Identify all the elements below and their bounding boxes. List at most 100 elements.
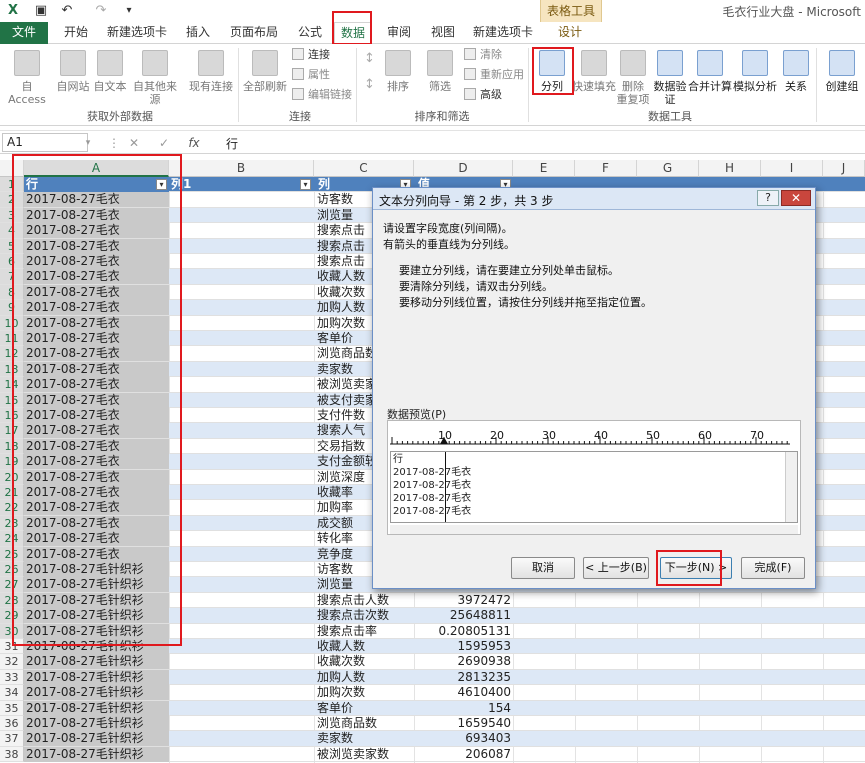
what-if-analysis-button[interactable]: 模拟分析	[732, 50, 778, 93]
back-button[interactable]: < 上一步(B)	[583, 557, 649, 579]
cell-c[interactable]: 搜索点击率	[314, 624, 414, 639]
row-header[interactable]: 38	[0, 746, 24, 763]
table-row[interactable]: 2017-08-27毛针织衫 客单价 154	[24, 700, 865, 716]
cell-a[interactable]: 2017-08-27毛针织衫	[24, 654, 169, 670]
tab-new-1[interactable]: 新建选项卡	[104, 22, 170, 44]
cell-d[interactable]: 206087	[414, 747, 513, 762]
cell-c[interactable]: 卖家数	[314, 731, 414, 746]
table-row[interactable]: 2017-08-27毛针织衫 收藏次数 2690938	[24, 654, 865, 670]
advanced-filter-button[interactable]: 高级	[464, 88, 502, 102]
cell-a[interactable]: 2017-08-27毛针织衫	[24, 700, 169, 716]
existing-connections-button[interactable]: 现有连接	[188, 50, 234, 93]
row-header[interactable]: 35	[0, 700, 24, 716]
finish-button[interactable]: 完成(F)	[741, 557, 805, 579]
clear-filter-button[interactable]: 清除	[464, 48, 502, 62]
from-text-button[interactable]: 自文本	[92, 50, 128, 93]
cell-d[interactable]: 154	[414, 701, 513, 716]
table-row[interactable]: 2017-08-27毛针织衫 加购人数 2813235	[24, 669, 865, 686]
filter-dropdown-icon[interactable]: ▾	[300, 179, 311, 190]
cell-d[interactable]: 1659540	[414, 716, 513, 731]
undo-icon[interactable]: ↶	[58, 2, 76, 20]
filter-button[interactable]: 筛选	[424, 50, 456, 93]
refresh-all-button[interactable]: 全部刷新	[242, 50, 288, 93]
cell-a[interactable]: 2017-08-27毛针织衫	[24, 731, 169, 747]
sort-za-icon[interactable]: ↕	[364, 78, 375, 92]
tab-file[interactable]: 文件	[0, 22, 48, 44]
preview-text-box[interactable]: 行 2017-08-27毛衣 2017-08-27毛衣 2017-08-27毛衣…	[390, 451, 798, 523]
cell-d[interactable]: 3972472	[414, 593, 513, 608]
cell-c[interactable]: 浏览商品数	[314, 716, 414, 731]
cell-c[interactable]: 被浏览卖家数	[314, 747, 414, 762]
column-break-line[interactable]	[445, 452, 446, 522]
relationships-button[interactable]: 关系	[780, 50, 812, 93]
from-other-button[interactable]: 自其他来源	[128, 50, 182, 106]
from-web-button[interactable]: 自网站	[54, 50, 92, 93]
cell-a[interactable]: 2017-08-27毛针织衫	[24, 669, 169, 685]
connections-button[interactable]: 连接	[292, 48, 330, 62]
column-ruler[interactable]: 10 20 30 40 50 60 70	[390, 425, 798, 447]
cell-a[interactable]: 2017-08-27毛针织衫	[24, 716, 169, 731]
help-button[interactable]: ?	[757, 190, 779, 206]
tab-insert[interactable]: 插入	[180, 22, 216, 44]
sort-button[interactable]: 排序	[382, 50, 414, 93]
tab-design[interactable]: 设计	[550, 22, 590, 44]
reapply-button[interactable]: 重新应用	[464, 68, 524, 82]
column-header-e[interactable]: E	[513, 160, 575, 177]
cell-c[interactable]: 加购人数	[314, 670, 414, 685]
cell-d[interactable]: 25648811	[414, 608, 513, 623]
tab-view[interactable]: 视图	[426, 22, 460, 44]
cell-c[interactable]: 客单价	[314, 701, 414, 716]
tab-new-2[interactable]: 新建选项卡	[470, 22, 536, 44]
properties-button[interactable]: 属性	[292, 68, 330, 82]
row-header[interactable]: 37	[0, 731, 24, 747]
name-box[interactable]: A1	[2, 133, 88, 152]
redo-icon[interactable]: ↷	[92, 2, 110, 20]
cell-c[interactable]: 收藏人数	[314, 639, 414, 654]
row-header[interactable]: 36	[0, 716, 24, 732]
cell-c[interactable]: 收藏次数	[314, 654, 414, 669]
fx-icon[interactable]: fx	[186, 134, 202, 152]
table-row[interactable]: 2017-08-27毛针织衫 卖家数 693403	[24, 731, 865, 747]
column-header-i[interactable]: I	[761, 160, 823, 177]
close-button[interactable]: ✕	[781, 190, 811, 206]
cancel-x-icon[interactable]: ✕	[126, 134, 142, 152]
cell-d[interactable]: 2813235	[414, 670, 513, 685]
cell-d[interactable]: 0.20805131	[414, 624, 513, 639]
cell-d[interactable]: 693403	[414, 731, 513, 746]
tab-review[interactable]: 审阅	[382, 22, 416, 44]
header-cell-c[interactable]: 列	[318, 177, 330, 192]
row-header[interactable]: 34	[0, 685, 24, 701]
row-header[interactable]: 33	[0, 669, 24, 686]
sort-az-icon[interactable]: ↕	[364, 52, 375, 66]
cell-a[interactable]: 2017-08-27毛针织衫	[24, 685, 169, 701]
cancel-button[interactable]: 取消	[511, 557, 575, 579]
cell-d[interactable]: 1595953	[414, 639, 513, 654]
quick-access-dropdown-icon[interactable]: ▾	[120, 2, 138, 20]
tab-page-layout[interactable]: 页面布局	[226, 22, 282, 44]
row-header[interactable]: 32	[0, 654, 24, 670]
cell-c[interactable]: 搜索点击人数	[314, 593, 414, 608]
cell-d[interactable]: 2690938	[414, 654, 513, 669]
column-header-h[interactable]: H	[699, 160, 761, 177]
column-header-c[interactable]: C	[314, 160, 414, 177]
cell-d[interactable]: 4610400	[414, 685, 513, 700]
remove-duplicates-button[interactable]: 删除 重复项	[616, 50, 650, 106]
column-header-f[interactable]: F	[575, 160, 637, 177]
from-access-button[interactable]: 自 Access	[2, 50, 52, 106]
table-row[interactable]: 2017-08-27毛针织衫 被浏览卖家数 206087	[24, 746, 865, 763]
consolidate-button[interactable]: 合并计算	[688, 50, 732, 93]
preview-horizontal-scrollbar[interactable]	[390, 525, 798, 534]
cell-c[interactable]: 加购次数	[314, 685, 414, 700]
create-group-button[interactable]: 创建组	[820, 50, 864, 93]
formula-content[interactable]: 行	[226, 135, 238, 152]
column-header-d[interactable]: D	[414, 160, 513, 177]
name-box-dropdown-icon[interactable]: ▾	[80, 134, 96, 152]
column-header-g[interactable]: G	[637, 160, 699, 177]
enter-check-icon[interactable]: ✓	[156, 134, 172, 152]
flash-fill-button[interactable]: 快速填充	[572, 50, 616, 93]
tab-home[interactable]: 开始	[58, 22, 94, 44]
table-row[interactable]: 2017-08-27毛针织衫 加购次数 4610400	[24, 685, 865, 701]
column-header-j[interactable]: J	[823, 160, 865, 177]
cell-a[interactable]: 2017-08-27毛针织衫	[24, 746, 169, 762]
edit-links-button[interactable]: 编辑链接	[292, 88, 352, 102]
